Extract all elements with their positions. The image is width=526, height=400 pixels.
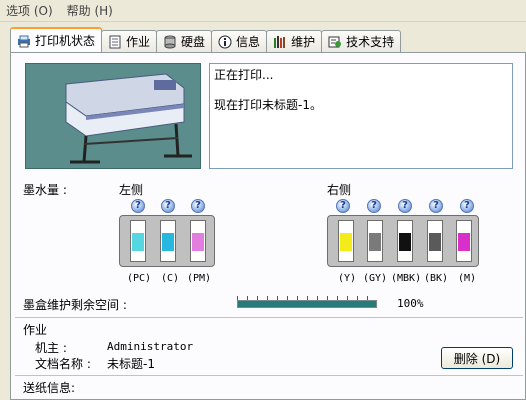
document-icon	[108, 35, 122, 49]
help-icon[interactable]: ?	[460, 199, 474, 213]
divider	[15, 317, 523, 318]
ink-cartridge-m[interactable]	[456, 220, 472, 262]
ink-cartridge-pc[interactable]	[130, 220, 146, 262]
ink-level-title: 墨水量 :	[23, 183, 67, 197]
tab-info[interactable]: 信息	[211, 30, 268, 52]
tab-label: 作业	[126, 35, 151, 49]
tab-label: 维护	[291, 35, 316, 49]
ink-code-mbk: (MBK)	[391, 273, 422, 284]
owner-value: Administrator	[107, 340, 194, 353]
ink-cartridge-mbk[interactable]	[397, 220, 413, 262]
help-icon[interactable]: ?	[429, 199, 443, 213]
tab-jobs[interactable]: 作业	[101, 30, 158, 52]
ink-code-c: (C)	[161, 273, 180, 284]
tab-label: 信息	[236, 35, 261, 49]
tab-label: 硬盘	[181, 35, 206, 49]
info-icon	[218, 35, 232, 49]
status-line-current-job: 现在打印未标题-1。	[214, 98, 322, 112]
maintenance-progress-fill	[238, 301, 376, 307]
ink-cartridge-y[interactable]	[338, 220, 354, 262]
ink-cartridge-pm[interactable]	[190, 220, 206, 262]
ink-code-y: (Y)	[338, 273, 357, 284]
ink-code-pm: (PM)	[187, 273, 212, 284]
status-message-box: 正在打印... 现在打印未标题-1。	[209, 63, 513, 169]
tab-label: 打印机状态	[35, 34, 96, 48]
ink-code-m: (M)	[458, 273, 477, 284]
job-section-title: 作业	[23, 323, 48, 337]
tab-bar: 打印机状态 作业 硬盘 信息 维护 技术支持	[10, 27, 402, 52]
divider	[15, 375, 523, 376]
menu-help[interactable]: 帮助 (H)	[67, 2, 113, 19]
status-line-printing: 正在打印...	[214, 68, 274, 82]
ink-code-gy: (GY)	[363, 273, 388, 284]
help-icon[interactable]: ?	[191, 199, 205, 213]
help-icon[interactable]: ?	[398, 199, 412, 213]
maintenance-space-label: 墨盒维护剩余空间 :	[23, 298, 127, 312]
maintenance-progress-bar	[237, 300, 377, 308]
printer-status-panel: 正在打印... 现在打印未标题-1。 墨水量 : 左侧 右侧 ? ? ? ? ?…	[10, 52, 526, 400]
menu-bar: 选项 (O) 帮助 (H)	[0, 0, 526, 22]
tab-maintenance[interactable]: 维护	[266, 30, 323, 52]
tab-label: 技术支持	[346, 35, 395, 49]
ink-right-label: 右侧	[327, 183, 352, 197]
feed-info-title: 送纸信息:	[23, 381, 76, 395]
delete-job-button[interactable]: 删除 (D)	[441, 347, 513, 369]
printer-icon	[17, 34, 31, 48]
help-icon[interactable]: ?	[336, 199, 350, 213]
ink-cartridge-c[interactable]	[160, 220, 176, 262]
help-icon[interactable]: ?	[131, 199, 145, 213]
tab-printer-status[interactable]: 打印机状态	[10, 27, 103, 52]
ink-left-label: 左侧	[119, 183, 144, 197]
help-icon[interactable]: ?	[161, 199, 175, 213]
harddisk-icon	[163, 35, 177, 49]
ink-group-right	[327, 215, 479, 267]
help-icon[interactable]: ?	[367, 199, 381, 213]
ink-cartridge-bk[interactable]	[427, 220, 443, 262]
ink-code-bk: (BK)	[424, 273, 449, 284]
ink-cartridge-gy[interactable]	[367, 220, 383, 262]
menu-options[interactable]: 选项 (O)	[6, 2, 53, 19]
maintenance-value: 100%	[397, 297, 424, 310]
ink-group-left	[119, 215, 215, 267]
document-name-value: 未标题-1	[107, 357, 155, 371]
owner-label: 机主 :	[35, 341, 67, 355]
ink-code-pc: (PC)	[127, 273, 152, 284]
document-name-label: 文档名称 :	[35, 357, 91, 371]
tab-support[interactable]: 技术支持	[321, 30, 402, 52]
tab-harddisk[interactable]: 硬盘	[156, 30, 213, 52]
printer-image	[25, 63, 201, 169]
support-icon	[328, 35, 342, 49]
maintenance-icon	[273, 35, 287, 49]
